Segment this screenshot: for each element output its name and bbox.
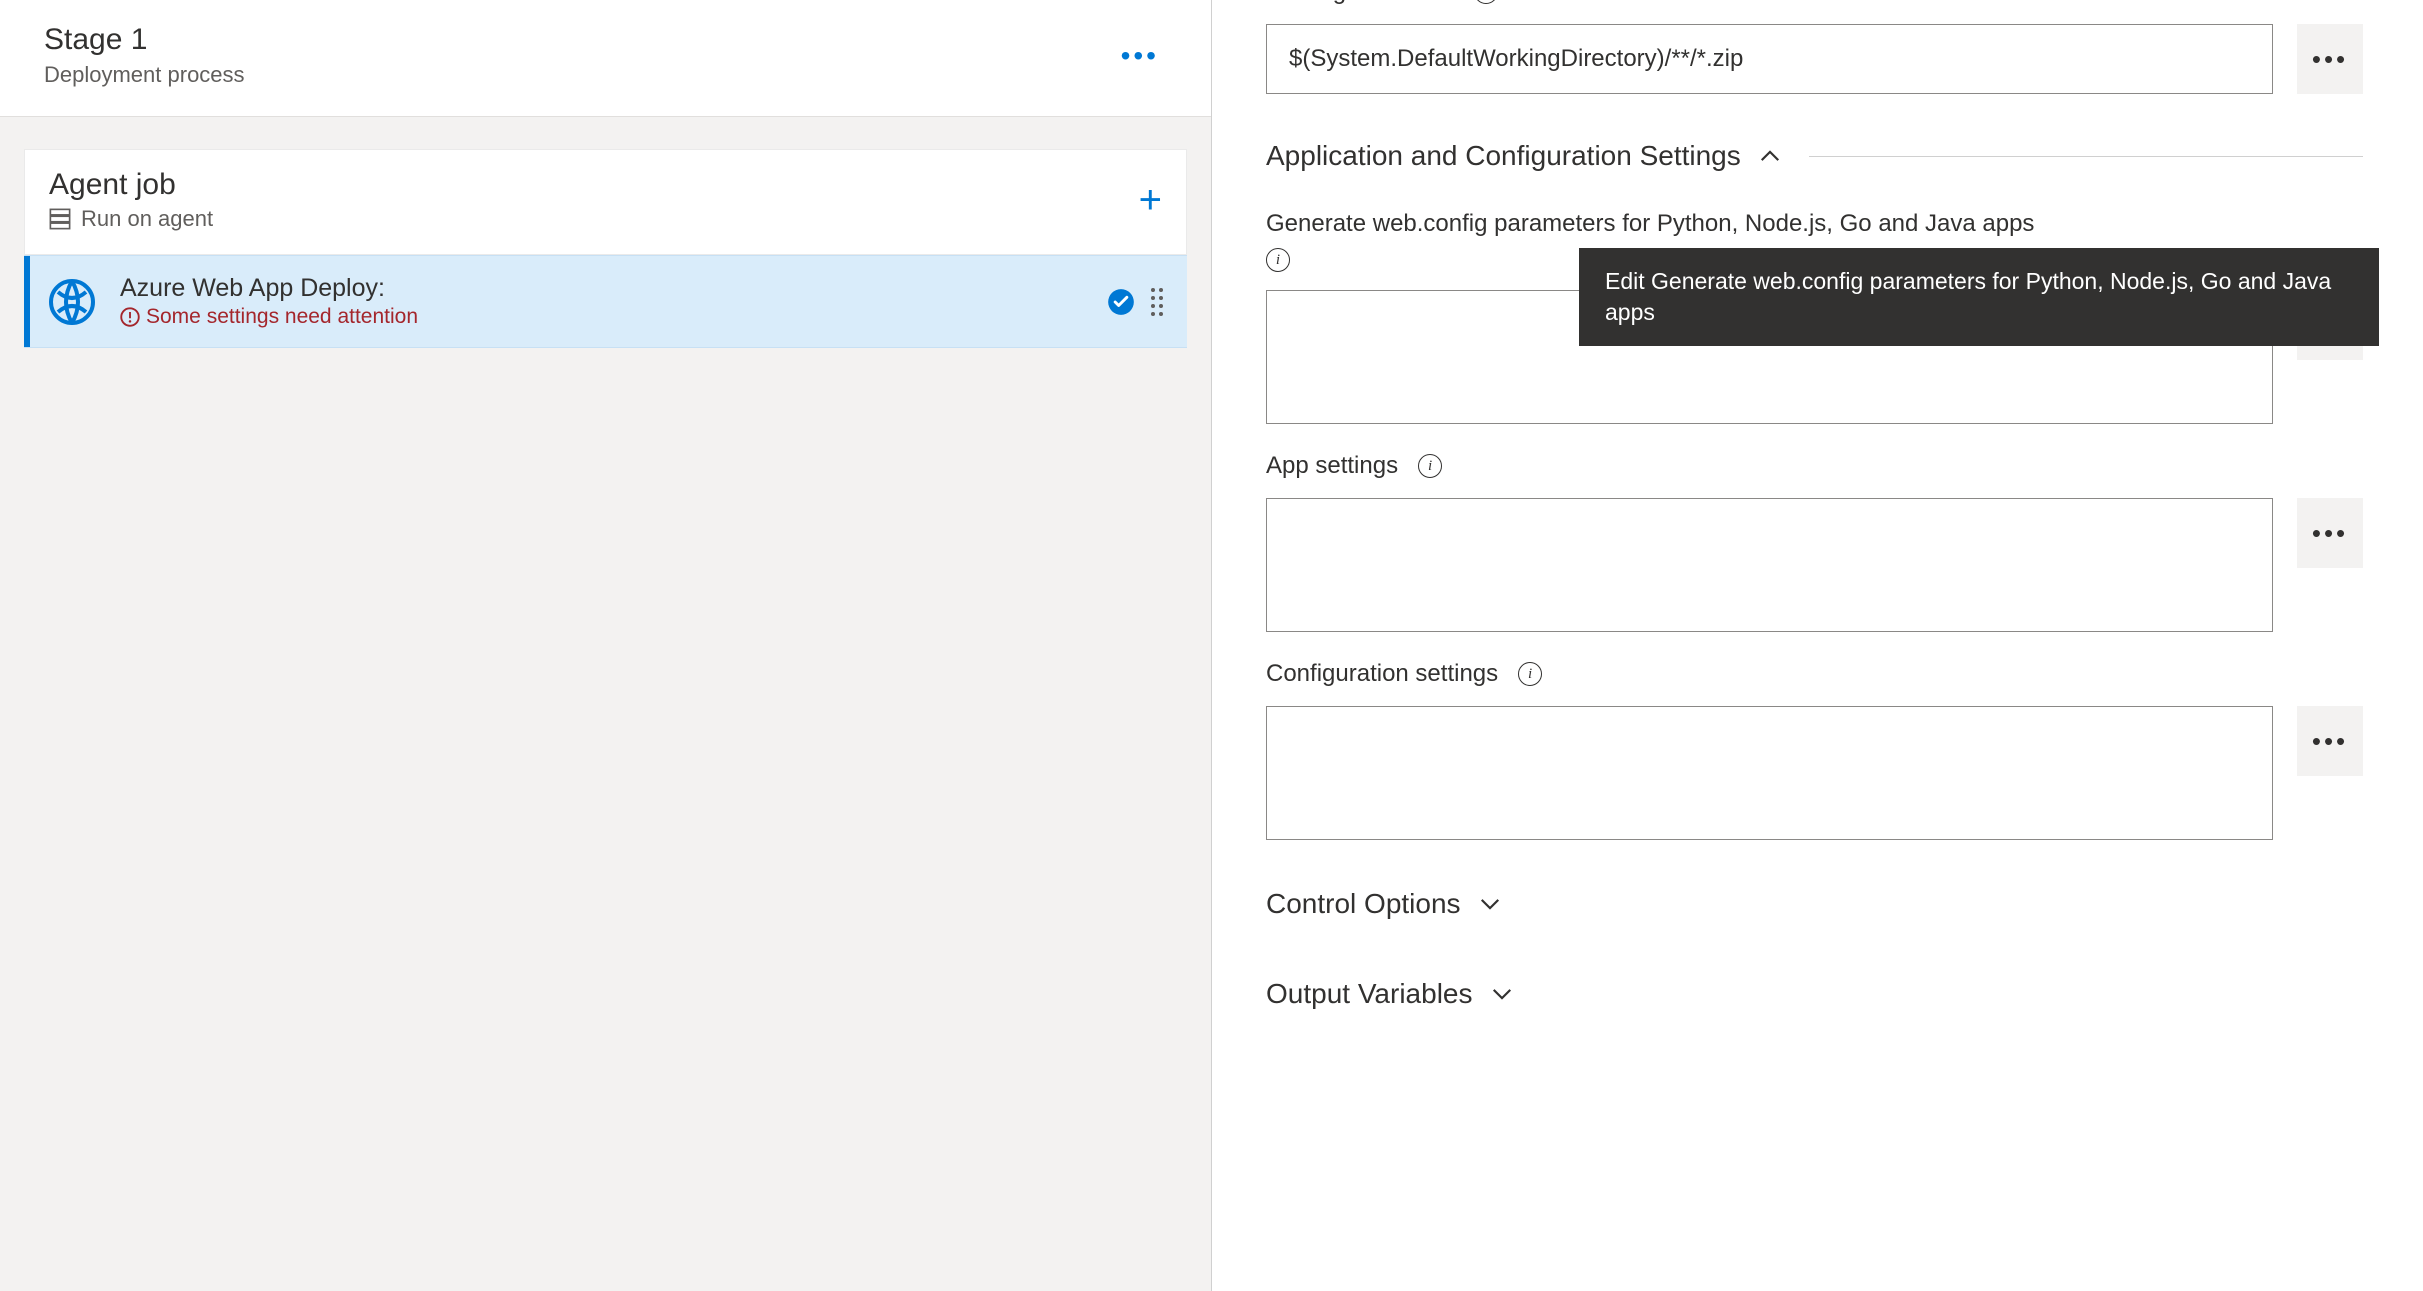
right-pane: Package or folder i ••• Application and … bbox=[1212, 0, 2423, 1291]
section-output-variables-label: Output Variables bbox=[1266, 978, 1473, 1010]
appsettings-label-row: App settings i bbox=[1266, 452, 2363, 480]
left-pane: Stage 1 Deployment process ••• Agent job… bbox=[0, 0, 1212, 1291]
selection-indicator bbox=[24, 256, 30, 347]
section-control-options-label: Control Options bbox=[1266, 888, 1461, 920]
warning-icon bbox=[120, 307, 140, 327]
configsettings-label: Configuration settings bbox=[1266, 660, 1498, 688]
chevron-up-icon bbox=[1759, 145, 1781, 167]
agent-title: Agent job bbox=[49, 168, 213, 202]
azure-webapp-icon bbox=[48, 278, 96, 326]
browse-button[interactable]: ••• bbox=[2297, 24, 2363, 94]
appsettings-edit-button[interactable]: ••• bbox=[2297, 498, 2363, 568]
task-title: Azure Web App Deploy: bbox=[120, 274, 418, 303]
agent-job-card[interactable]: Agent job Run on agent + bbox=[24, 149, 1187, 255]
section-output-variables[interactable]: Output Variables bbox=[1266, 978, 2363, 1010]
package-input[interactable] bbox=[1266, 24, 2273, 94]
info-icon[interactable]: i bbox=[1418, 454, 1442, 478]
task-card[interactable]: Azure Web App Deploy: Some settings need… bbox=[24, 255, 1187, 348]
chevron-down-icon bbox=[1479, 893, 1501, 915]
server-icon bbox=[49, 208, 71, 230]
section-app-config[interactable]: Application and Configuration Settings bbox=[1266, 140, 2363, 172]
configsettings-edit-button[interactable]: ••• bbox=[2297, 706, 2363, 776]
stage-subtitle: Deployment process bbox=[44, 62, 245, 88]
section-app-config-label: Application and Configuration Settings bbox=[1266, 140, 1741, 172]
webconfig-label: Generate web.config parameters for Pytho… bbox=[1266, 210, 2034, 238]
stage-title: Stage 1 bbox=[44, 22, 245, 58]
appsettings-input[interactable] bbox=[1266, 498, 2273, 632]
stage-header: Stage 1 Deployment process ••• bbox=[0, 0, 1211, 117]
drag-handle[interactable] bbox=[1151, 288, 1163, 316]
section-control-options[interactable]: Control Options bbox=[1266, 888, 2363, 920]
webconfig-label-row: Generate web.config parameters for Pytho… bbox=[1266, 210, 2363, 238]
add-task-button[interactable]: + bbox=[1139, 180, 1162, 220]
tooltip: Edit Generate web.config parameters for … bbox=[1579, 248, 2379, 346]
stage-more-button[interactable]: ••• bbox=[1113, 32, 1167, 80]
configsettings-input[interactable] bbox=[1266, 706, 2273, 840]
info-icon[interactable]: i bbox=[1266, 248, 1290, 272]
appsettings-label: App settings bbox=[1266, 452, 1398, 480]
info-icon[interactable]: i bbox=[1474, 0, 1498, 4]
package-label: Package or folder bbox=[1266, 0, 1454, 6]
task-warning-text: Some settings need attention bbox=[146, 305, 418, 329]
package-label-row: Package or folder i bbox=[1266, 0, 2363, 6]
configsettings-label-row: Configuration settings i bbox=[1266, 660, 2363, 688]
task-enabled-badge[interactable] bbox=[1107, 288, 1135, 316]
agent-subtitle: Run on agent bbox=[81, 206, 213, 232]
tooltip-text: Edit Generate web.config parameters for … bbox=[1605, 268, 2331, 325]
chevron-down-icon bbox=[1491, 983, 1513, 1005]
info-icon[interactable]: i bbox=[1518, 662, 1542, 686]
